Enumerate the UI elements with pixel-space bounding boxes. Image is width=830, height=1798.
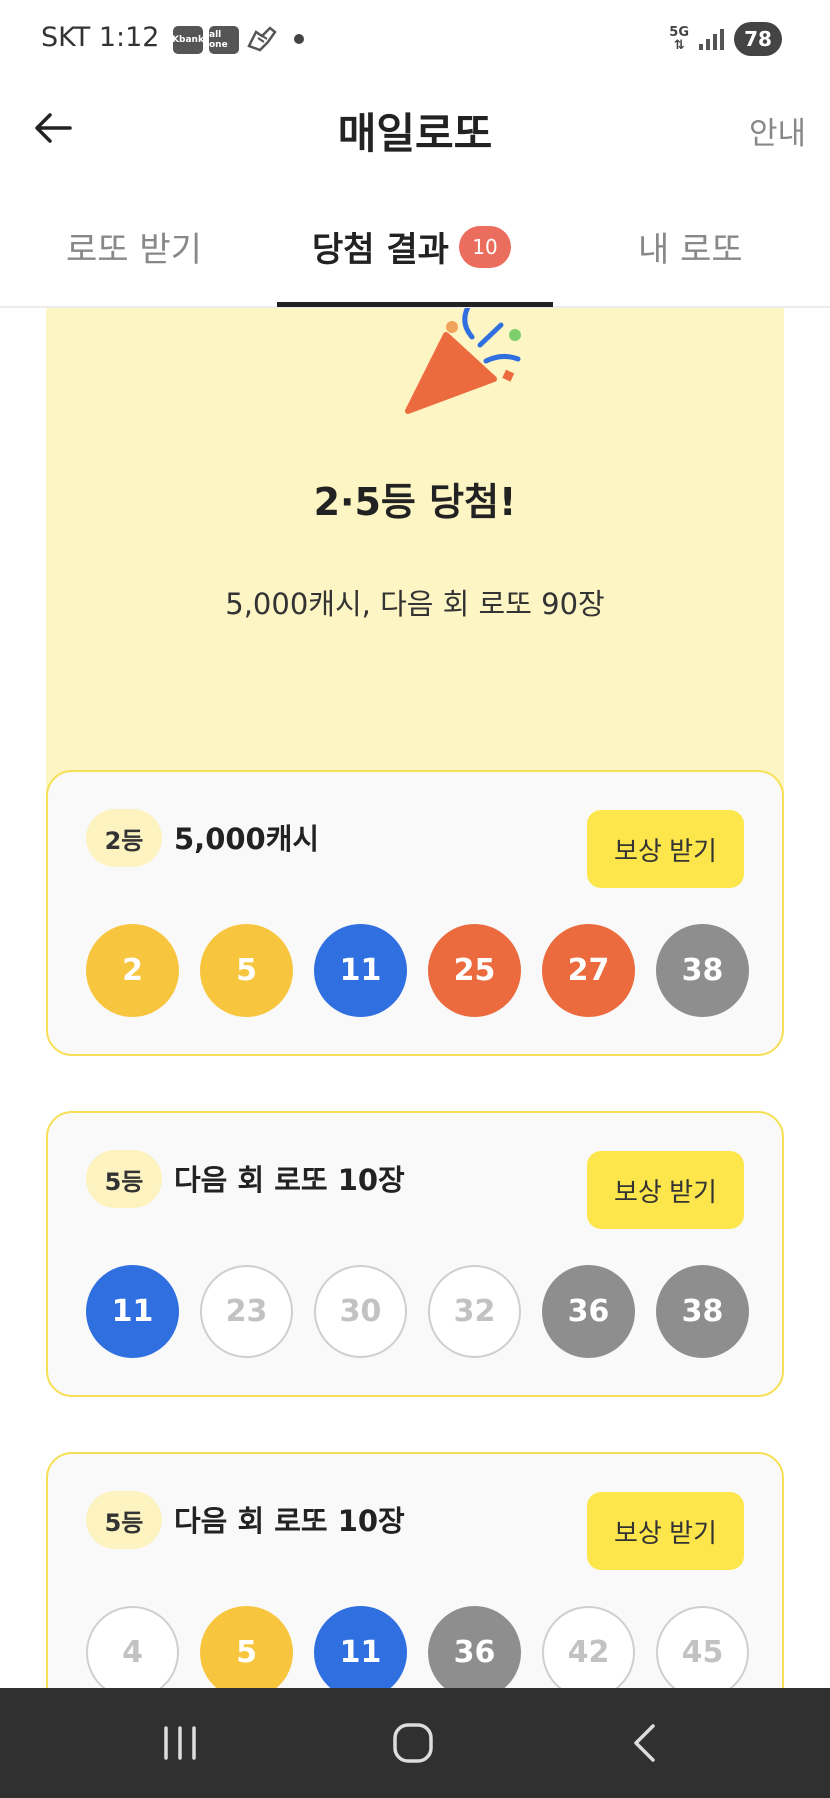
- network-5g-icon: 5G ⇅: [669, 25, 689, 53]
- lotto-ball: 5: [200, 924, 293, 1017]
- lotto-ball: 36: [542, 1265, 635, 1358]
- lotto-ball: 45: [656, 1606, 749, 1688]
- claim-reward-button[interactable]: 보상 받기: [587, 1151, 744, 1229]
- results-count-badge: 10: [458, 225, 511, 268]
- active-tab-indicator: [277, 302, 553, 307]
- lotto-ball: 11: [314, 924, 407, 1017]
- system-back-button[interactable]: [621, 1718, 671, 1768]
- lotto-ball: 11: [86, 1265, 179, 1358]
- prize-reward-label: 다음 회 로또 10장: [174, 1504, 405, 1538]
- system-nav-bar: [0, 1688, 830, 1798]
- battery-indicator: 78: [734, 22, 782, 56]
- lotto-ball: 27: [542, 924, 635, 1017]
- lotto-numbers: 11 23 30 32 36 38: [86, 1265, 749, 1358]
- carrier-time: SKT 1:12: [41, 22, 160, 53]
- lotto-ball: 2: [86, 924, 179, 1017]
- tab-label: 내 로또: [638, 230, 743, 270]
- party-popper-icon: [405, 308, 521, 414]
- lotto-numbers: 4 5 11 36 42 45: [86, 1606, 749, 1688]
- lotto-ball: 4: [86, 1606, 179, 1688]
- lotto-ball: 38: [656, 924, 749, 1017]
- lotto-ball: 30: [314, 1265, 407, 1358]
- tab-receive-lotto[interactable]: 로또 받기: [66, 222, 202, 271]
- status-right: 5G ⇅ 78: [669, 22, 782, 56]
- recent-apps-button[interactable]: [155, 1718, 205, 1768]
- rank-badge: 5등: [86, 1150, 162, 1208]
- recent-apps-icon: [164, 1726, 196, 1760]
- page-title: 매일로또: [337, 109, 493, 158]
- win-title: 2·5등 당첨!: [313, 480, 517, 524]
- lotto-ball: 42: [542, 1606, 635, 1688]
- tab-label: 로또 받기: [66, 230, 202, 270]
- shoe-icon: [246, 24, 278, 58]
- prize-reward-label: 다음 회 로또 10장: [174, 1163, 405, 1197]
- app-header: 매일로또 안내: [0, 78, 830, 178]
- claim-reward-button[interactable]: 보상 받기: [587, 1492, 744, 1570]
- lotto-ball: 36: [428, 1606, 521, 1688]
- rank-badge: 5등: [86, 1491, 162, 1549]
- status-bar: SKT 1:12 Kbank all one 5G ⇅ 78: [0, 0, 830, 78]
- tab-results[interactable]: 당첨 결과 10: [312, 222, 511, 271]
- results-content[interactable]: 2·5등 당첨! 5,000캐시, 다음 회 로또 90장 2등 5,000캐시 보…: [0, 308, 830, 1688]
- tab-label: 당첨 결과: [312, 230, 449, 270]
- home-button[interactable]: [388, 1718, 438, 1768]
- lotto-numbers: 2 5 11 25 27 38: [86, 924, 749, 1017]
- lotto-ball: 5: [200, 1606, 293, 1688]
- lotto-ball: 23: [200, 1265, 293, 1358]
- prize-card: 5등 다음 회 로또 10장 보상 받기 4 5 11 36 42 45: [46, 1452, 784, 1688]
- lotto-ball: 32: [428, 1265, 521, 1358]
- prize-card: 5등 다음 회 로또 10장 보상 받기 11 23 30 32 36 38: [46, 1111, 784, 1397]
- notification-dot: [294, 34, 304, 44]
- chevron-left-icon: [634, 1724, 655, 1762]
- lotto-ball: 25: [428, 924, 521, 1017]
- prize-reward-label: 5,000캐시: [174, 822, 320, 856]
- prize-card: 2등 5,000캐시 보상 받기 2 5 11 25 27 38: [46, 770, 784, 1056]
- allone-app-icon: all one: [209, 26, 239, 54]
- kbank-app-icon: Kbank: [172, 26, 204, 54]
- rank-badge: 2등: [86, 809, 162, 867]
- tab-my-lotto[interactable]: 내 로또: [638, 222, 743, 271]
- win-subtitle: 5,000캐시, 다음 회 로또 90장: [225, 587, 605, 621]
- lotto-ball: 38: [656, 1265, 749, 1358]
- info-button[interactable]: 안내: [749, 108, 806, 153]
- lotto-ball: 11: [314, 1606, 407, 1688]
- claim-reward-button[interactable]: 보상 받기: [587, 810, 744, 888]
- tab-bar: 로또 받기 당첨 결과 10 내 로또: [0, 200, 830, 308]
- signal-icon: [699, 28, 724, 50]
- home-icon: [393, 1723, 433, 1763]
